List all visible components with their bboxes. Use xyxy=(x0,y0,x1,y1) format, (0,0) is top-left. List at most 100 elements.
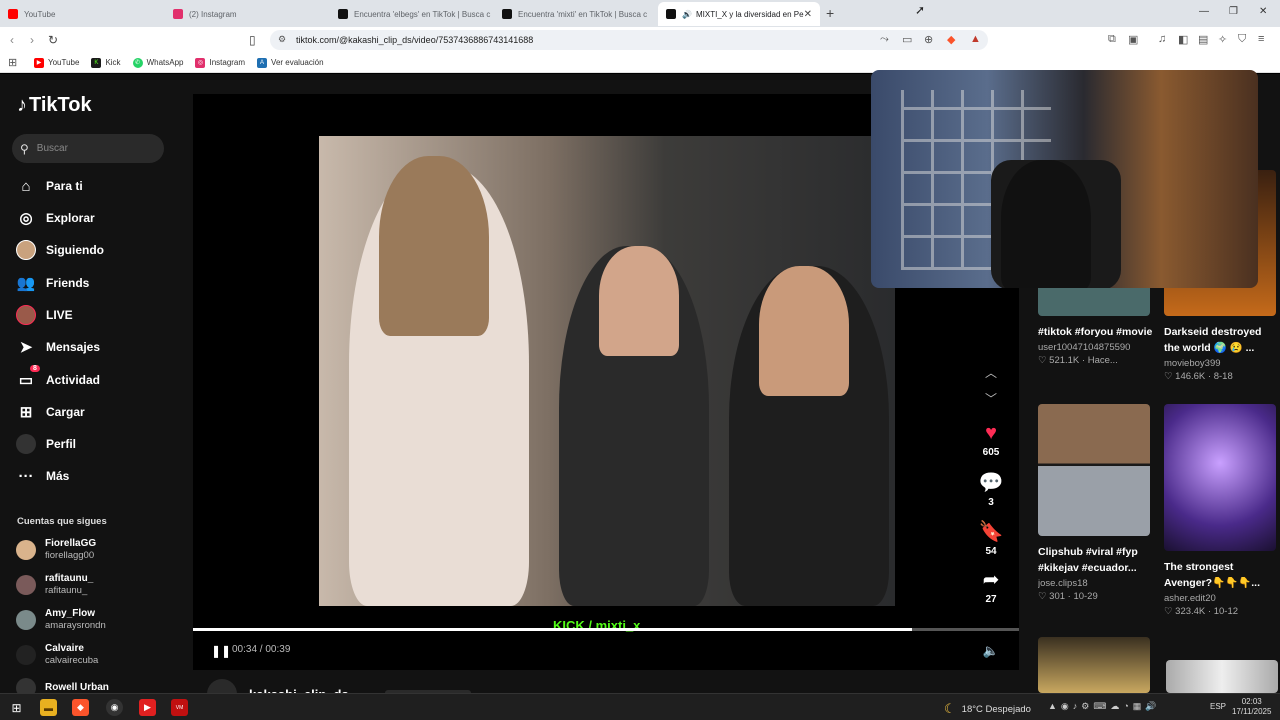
evaluation-icon: A xyxy=(257,57,268,68)
nav-perfil[interactable]: Perfil xyxy=(16,433,176,455)
screen-icon[interactable]: ▭ xyxy=(902,33,912,46)
bookmark-icon[interactable]: ▯ xyxy=(249,33,256,47)
video-subject xyxy=(759,266,849,396)
language-indicator[interactable]: ESP xyxy=(1210,702,1226,711)
sidebar-icon[interactable]: ▣ xyxy=(1128,33,1138,46)
video-progress-bar[interactable] xyxy=(193,628,1019,631)
nav-siguiendo[interactable]: Siguiendo xyxy=(16,239,176,261)
taskbar: ⊞ ▬ ◆ ◉ ▶ VM ☾ 18°C Despejado ▲◉♪⚙⌨☁◔▦🔊 … xyxy=(0,693,1280,720)
brave-browser-icon[interactable]: ◆ xyxy=(72,699,89,716)
tab-active[interactable]: 🔊 MIXTI_X y la diversidad en Pe ✕ xyxy=(658,2,820,26)
nav-mas[interactable]: ··· Más xyxy=(16,465,176,487)
minimize-button[interactable]: — xyxy=(1199,6,1209,17)
video-card[interactable]: Clipshub #viral #fyp #kikejav #ecuador..… xyxy=(1038,404,1150,602)
chevron-up-icon[interactable]: ︿ xyxy=(985,364,997,381)
tab-search-elbegs[interactable]: Encuentra 'elbegs' en TikTok | Busca c xyxy=(330,2,494,26)
system-tray[interactable]: ▲◉♪⚙⌨☁◔▦🔊 xyxy=(1048,701,1160,712)
tab-instagram[interactable]: (2) Instagram xyxy=(165,2,330,26)
cast-icon[interactable]: ⤳ xyxy=(880,33,889,46)
following-account[interactable]: FiorellaGG fiorellagg00 xyxy=(16,538,96,562)
like-button[interactable]: ♥ 605 xyxy=(976,422,1006,458)
file-explorer-icon[interactable]: ▬ xyxy=(40,699,57,716)
video-card[interactable] xyxy=(1166,660,1278,693)
video-frame[interactable] xyxy=(319,136,895,606)
view-count: ♡ 521.1K · Hace... xyxy=(1038,355,1118,366)
recorder-icon[interactable]: ▶ xyxy=(139,699,156,716)
tab-strip: YouTube (2) Instagram Encuentra 'elbegs'… xyxy=(0,0,1280,27)
clock[interactable]: 02:03 17/11/2025 xyxy=(1232,697,1271,717)
video-thumbnail[interactable] xyxy=(1038,284,1150,316)
obs-icon[interactable]: ◉ xyxy=(106,699,123,716)
weather-widget[interactable]: ☾ 18°C Despejado xyxy=(944,701,1031,717)
whatsapp-icon: ✆ xyxy=(132,57,143,68)
tiktok-icon xyxy=(502,9,512,19)
tab-search-mixti[interactable]: Encuentra 'mixti' en TikTok | Busca c xyxy=(494,2,658,26)
leo-icon[interactable]: ✧ xyxy=(1218,33,1227,46)
comment-icon: 💬 xyxy=(978,472,1004,494)
video-card[interactable]: The strongest Avenger?👇👇👇... asher.edit2… xyxy=(1164,404,1276,617)
search-input[interactable]: ⚲ Buscar xyxy=(12,134,164,163)
compass-icon: ◎ xyxy=(19,210,33,227)
close-window-button[interactable]: ✕ xyxy=(1259,6,1267,17)
nav-mensajes[interactable]: ➤ Mensajes xyxy=(16,336,176,358)
brave-rewards-icon[interactable]: ▲ xyxy=(970,33,981,45)
avatar xyxy=(16,240,36,260)
inbox-icon: ▭ xyxy=(18,372,34,389)
voicemeeter-icon[interactable]: VM xyxy=(171,699,188,716)
maximize-button[interactable]: ❐ xyxy=(1229,6,1238,17)
site-info-icon[interactable]: ⚙ xyxy=(278,34,286,45)
windows-start-icon[interactable]: ⊞ xyxy=(8,699,25,716)
bookmark-evaluacion[interactable]: A Ver evaluación xyxy=(257,57,324,68)
video-card[interactable]: #tiktok #foryou #movie user1004710487559… xyxy=(1038,284,1152,366)
menu-icon[interactable]: ≡ xyxy=(1258,33,1264,45)
tiktok-logo[interactable]: ♪ TikTok xyxy=(17,94,92,117)
apps-grid-icon[interactable]: ⊞ xyxy=(8,57,18,68)
bookmark-youtube[interactable]: ▶ YouTube xyxy=(34,57,79,68)
nav-friends[interactable]: 👥 Friends xyxy=(16,272,176,294)
bookmark-kick[interactable]: K Kick xyxy=(91,57,121,68)
forward-icon[interactable]: › xyxy=(30,33,34,47)
video-controls: ❚❚ 00:34 / 00:39 🔈 xyxy=(193,638,1019,662)
new-tab-button[interactable]: + xyxy=(826,5,834,21)
video-card[interactable] xyxy=(1038,637,1150,693)
music-icon[interactable]: ♫ xyxy=(1158,33,1166,45)
friends-icon: 👥 xyxy=(16,275,36,292)
nav-actividad[interactable]: ▭ 8 Actividad xyxy=(16,365,176,391)
moon-icon: ☾ xyxy=(944,701,956,716)
share-button[interactable]: ➦ 27 xyxy=(976,567,1006,605)
video-thumbnail[interactable] xyxy=(1164,404,1276,551)
save-button[interactable]: 🔖 54 xyxy=(976,519,1006,557)
following-account[interactable]: rafitaunu_ rafitaunu_ xyxy=(16,573,93,597)
following-account[interactable]: Calvaire calvairecuba xyxy=(16,643,98,667)
instagram-icon: ◎ xyxy=(195,57,206,68)
video-subject xyxy=(599,246,679,356)
video-thumbnail[interactable] xyxy=(1038,637,1150,693)
nav-live[interactable]: LIVE xyxy=(16,304,176,326)
video-thumbnail[interactable] xyxy=(1166,660,1278,693)
vpn-icon[interactable]: ⛉ xyxy=(1238,33,1246,46)
video-subject xyxy=(379,156,489,336)
back-icon[interactable]: ‹ xyxy=(10,33,14,47)
reload-icon[interactable]: ↻ xyxy=(48,33,58,47)
nav-cargar[interactable]: ⊞ Cargar xyxy=(16,401,176,423)
extensions-icon[interactable]: ⧉ xyxy=(1108,33,1116,46)
video-thumbnail[interactable] xyxy=(1038,404,1150,536)
zoom-icon[interactable]: ⊕ xyxy=(924,33,933,46)
nav-explorar[interactable]: ◎ Explorar xyxy=(16,207,176,229)
bookmark-instagram[interactable]: ◎ Instagram xyxy=(195,57,245,68)
chevron-down-icon[interactable]: ﹀ xyxy=(985,390,997,407)
wallet-icon[interactable]: ▤ xyxy=(1198,33,1208,46)
pause-icon[interactable]: ❚❚ xyxy=(211,644,231,658)
home-icon: ⌂ xyxy=(21,177,31,195)
panel-icon[interactable]: ◧ xyxy=(1178,33,1188,46)
bookmark-whatsapp[interactable]: ✆ WhatsApp xyxy=(132,57,183,68)
volume-icon[interactable]: 🔈 xyxy=(983,643,999,659)
tab-youtube[interactable]: YouTube xyxy=(0,2,165,26)
nav-para-ti[interactable]: ⌂ Para ti xyxy=(16,175,176,197)
comment-button[interactable]: 💬 3 xyxy=(976,470,1006,508)
search-icon: ⚲ xyxy=(20,141,29,156)
following-account[interactable]: Amy_Flow amaraysrondn xyxy=(16,608,106,632)
following-title: Cuentas que sigues xyxy=(17,516,107,527)
close-tab-icon[interactable]: ✕ xyxy=(804,9,812,20)
brave-shield-icon[interactable]: ◆ xyxy=(947,33,955,46)
